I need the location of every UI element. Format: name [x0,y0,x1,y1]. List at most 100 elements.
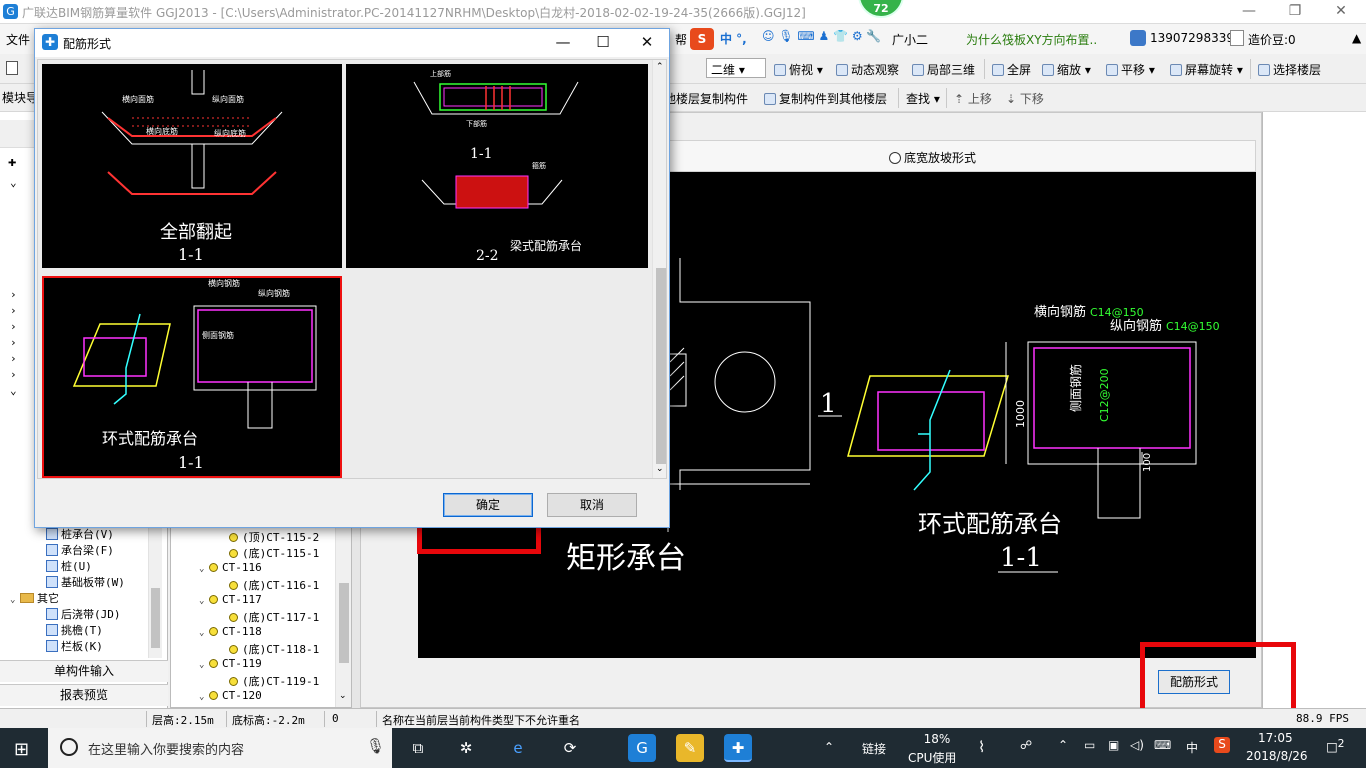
sogou-tray-icon[interactable]: S [1214,737,1230,753]
clock-date[interactable]: 2018/8/26 [1246,749,1308,763]
glodon-g-icon[interactable]: G [628,734,656,762]
tree-row[interactable]: (底)CT-117-1 [229,609,319,625]
tree-toggle[interactable]: › [10,352,17,365]
find-button[interactable]: 查找 ▾ [906,90,940,107]
move-down-button[interactable]: ⇣ 下移 [1006,90,1044,107]
bottom-slope-radio[interactable]: 底宽放坡形式 [889,149,976,166]
view-mode-select[interactable]: 二维 ▾ [706,58,766,78]
tree-row[interactable]: (底)CT-119-1 [229,673,319,689]
close-button[interactable]: ✕ [1318,0,1364,24]
collapse-arrow-icon[interactable]: ▲ [1352,31,1361,45]
tree-row[interactable]: ⌄ CT-119 [199,657,262,670]
app-logo-icon: G [3,4,18,19]
keyboard-icon[interactable]: ⌨ [1154,738,1171,752]
option-beam-style-cap[interactable]: 上部筋 下部筋 箍筋 1-1 2-2 梁式配筋承台 [346,64,648,268]
option-all-bent-up[interactable]: 横向面筋 纵向面筋 横向底筋 纵向底筋 全部翻起 1-1 [42,64,342,268]
tree-toggle[interactable]: › [10,368,17,381]
svg-text:2-2: 2-2 [476,248,499,264]
nav-item-cap-beam[interactable]: 承台梁(F) [46,542,114,558]
dialog-maximize-button[interactable]: ☐ [583,31,623,55]
tree-toggle[interactable]: › [10,304,17,317]
top-view-button[interactable]: 俯视 ▾ [774,61,823,78]
dialog-cancel-button[interactable]: 取消 [547,493,637,517]
assistant-link[interactable]: 广小二 [892,31,928,48]
menu-file[interactable]: 文件 [6,31,30,48]
cortana-icon [60,738,78,756]
ime-mode-icon[interactable]: 中 °, [720,30,747,47]
windows-start-icon[interactable]: ⊞ [14,739,29,760]
sogou-s-icon[interactable]: S [690,28,714,50]
people-icon[interactable]: ☍ [1020,738,1032,752]
svg-text:100: 100 [1142,453,1153,472]
ime-indicator[interactable]: 中 [1186,739,1198,756]
report-preview-button[interactable]: 报表预览 [0,684,168,706]
tree-toggle[interactable]: › [10,288,17,301]
bean-count[interactable]: 造价豆:0 [1248,31,1296,48]
module-nav-label[interactable]: 模块导 [2,89,38,106]
tree-toggle[interactable]: › [10,336,17,349]
ggj-app-icon[interactable]: ✚ [724,734,752,762]
taskbar-search[interactable]: 在这里输入你要搜索的内容 🎙 [48,728,392,768]
nav-item-pile[interactable]: 桩(U) [46,558,92,574]
battery-icon[interactable]: ▭ [1084,738,1095,752]
dynamic-view-button[interactable]: 动态观察 [836,61,899,78]
nav-item-post-pour-strip[interactable]: 后浇带(JD) [46,606,121,622]
clock-time[interactable]: 17:05 [1258,731,1293,745]
tree-toggle[interactable]: ⌄ [10,384,17,397]
dialog-minimize-button[interactable]: — [543,31,583,55]
tree-toggle[interactable]: ⌄ [10,176,17,189]
status-zero: 0 [332,712,339,725]
screen-rotate-button[interactable]: 屏幕旋转 ▾ [1170,61,1243,78]
nav-item-parapet[interactable]: 栏板(K) [46,638,103,654]
dialog-ok-button[interactable]: 确定 [443,493,533,517]
pan-button[interactable]: 平移 ▾ [1106,61,1155,78]
volume-icon[interactable]: ◁) [1130,738,1144,752]
tree-row[interactable]: (底)CT-115-1 [229,545,319,561]
ring-cap-section: 1-1 [1000,543,1042,573]
tree-toggle[interactable]: › [10,320,17,333]
copy-from-other-floor-button[interactable]: 他楼层复制构件 [664,90,748,107]
tray-expand-icon[interactable]: ⌃ [824,740,834,754]
svg-text:环式配筋承台: 环式配筋承台 [102,429,198,448]
add-icon[interactable]: ✚ [8,154,16,170]
nav-folder-other[interactable]: ⌄ 其它 [10,590,59,606]
edge-icon[interactable]: e [504,734,532,762]
nav-item-eave[interactable]: 挑檐(T) [46,622,103,638]
notepad-icon[interactable]: ✎ [676,734,704,762]
tree-row[interactable]: ⌄ CT-118 [199,625,262,638]
restore-button[interactable]: ❐ [1272,0,1318,24]
tree-row[interactable]: (底)CT-116-1 [229,577,319,593]
nav-item-foundation-strip[interactable]: 基础板带(W) [46,574,125,590]
tip-link[interactable]: 为什么筏板XY方向布置.. [966,31,1097,48]
move-up-button[interactable]: ⇡ 上移 [954,90,992,107]
fullscreen-button[interactable]: 全屏 [992,61,1031,78]
fan-app-icon[interactable]: ✲ [452,734,480,762]
glodon-app-icon[interactable]: ⟳ [556,734,584,762]
ime-tools-icons[interactable]: ☺ 🎙 ⌨ ♟ 👕 ⚙ 🔧 [762,29,881,43]
dialog-list-scrollbar[interactable]: ⌃ ⌄ [652,60,666,478]
new-file-icon[interactable] [6,61,18,75]
zoom-button[interactable]: 缩放 ▾ [1042,61,1091,78]
tree-row[interactable]: ⌄ CT-117 [199,593,262,606]
tree-row[interactable]: (顶)CT-115-2 [229,529,319,545]
task-view-icon[interactable]: ⧉ [404,734,432,762]
nav-item-pile-cap[interactable]: 桩承台(V) [46,526,114,542]
wifi-icon[interactable]: ⌇ [978,738,985,756]
tree-row[interactable]: ⌄ CT-120 [199,689,262,702]
single-input-button[interactable]: 单构件输入 [0,660,168,682]
dialog-close-button[interactable]: ✕ [627,31,667,55]
copy-to-other-floor-button[interactable]: 复制构件到其他楼层 [764,90,887,107]
minimize-button[interactable]: — [1226,0,1272,24]
local-3d-button[interactable]: 局部三维 [912,61,975,78]
notification-center-icon[interactable]: ☐2 [1326,737,1345,756]
select-floor-button[interactable]: 选择楼层 [1258,61,1321,78]
tree-row[interactable]: ⌄ CT-116 [199,561,262,574]
user-phone[interactable]: 13907298339 [1150,31,1234,45]
link-label[interactable]: 链接 [862,740,886,757]
dialog-app-icon: ✚ [42,34,58,50]
network-icon[interactable]: ▣ [1108,738,1119,752]
menu-help[interactable]: 帮 [675,31,687,48]
tray-arrow-icon[interactable]: ⌃ [1058,738,1068,752]
option-ring-cap-selected[interactable]: 横向钢筋 纵向钢筋 侧面钢筋 环式配筋承台 1-1 [42,276,342,478]
tree-row[interactable]: (底)CT-118-1 [229,641,319,657]
